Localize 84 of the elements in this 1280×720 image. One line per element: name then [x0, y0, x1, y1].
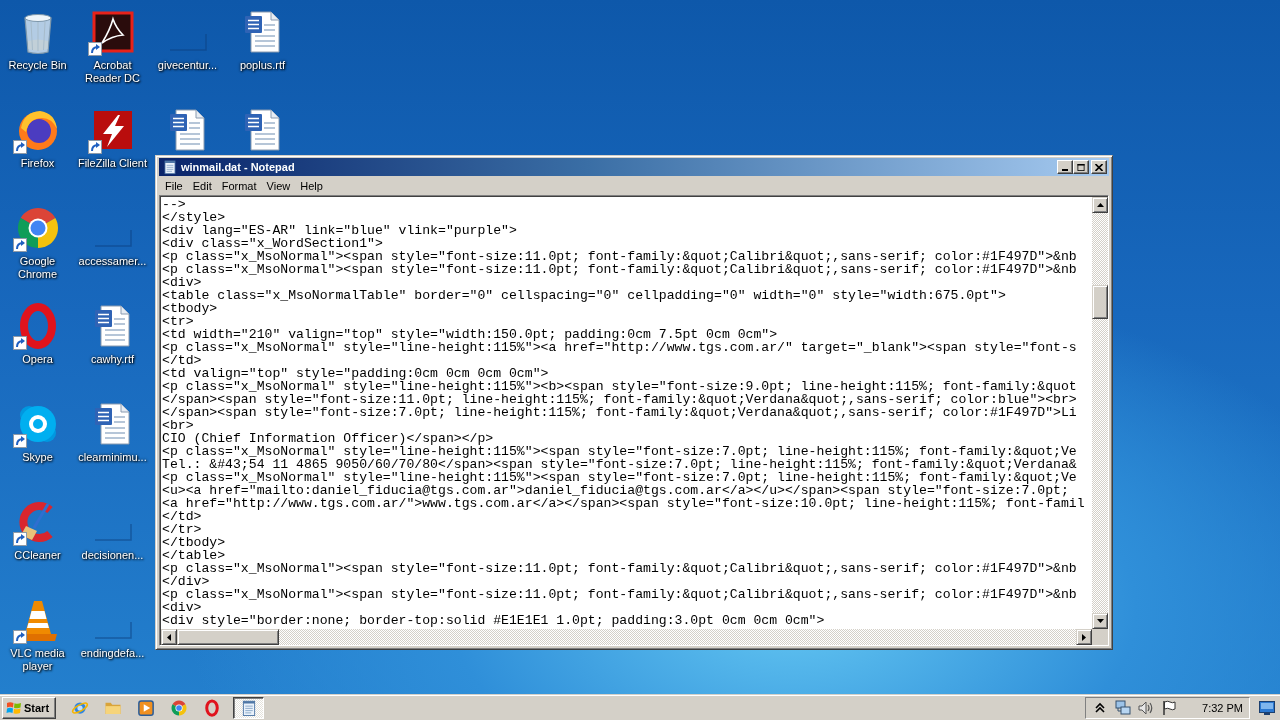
text-line: <div lang="ES-AR" link="blue" vlink="purple">: [161, 224, 517, 237]
notepad-icon: [162, 159, 178, 175]
text-line: <div style="border:none; border-top:solid #E1E1E1 1.0pt; padding:3.0pt 0cm 0cm 0cm">: [161, 614, 825, 627]
text-line: </table>: [161, 549, 226, 562]
text-line: <p class="x_MsoNormal" style="line-height:115%"><b><span style="font-size:9.0pt; line-height:115%; font-family:&quot: [161, 380, 1077, 393]
scroll-down-button[interactable]: [1092, 613, 1108, 629]
text-line: <p class="x_MsoNormal" style="line-height:115%"><span style="font-size:7.0pt; line-height:115%; font-family:&quot;Ve: [161, 471, 1077, 484]
icon-label[interactable]: Opera: [22, 353, 53, 366]
text-line: <tr>: [161, 315, 194, 328]
text-line: Tel.: &#43;54 11 4865 9050/60/70/80</span><span style="font-size:7.0pt; line-height:115%; font-family:&quot;Verdana&: [161, 458, 1077, 471]
menu-item[interactable]: Format: [216, 178, 262, 193]
text-line: <br>: [161, 419, 194, 432]
down-arrow-icon: [1096, 619, 1104, 623]
chrome-icon: [170, 698, 188, 717]
text-line: <tbody>: [161, 302, 218, 315]
window-title: winmail.dat - Notepad: [181, 161, 295, 173]
text-line: CIO (Chief Information Officer)</span></p>: [161, 432, 494, 445]
icon-label[interactable]: accessamer...: [78, 255, 147, 268]
up-arrow-icon: [1096, 203, 1104, 207]
text-line: -->: [161, 198, 186, 211]
text-line: <u><a href="mailto:daniel_fiducia@tgs.com.ar">daniel_fiducia@tgs.com.ar</a></u></span><span style="font-size:7.0pt;: [161, 484, 1069, 497]
maximize-button[interactable]: [1073, 160, 1089, 174]
windows-logo-icon: [6, 699, 22, 716]
text-line: </td>: [161, 354, 202, 367]
icon-label[interactable]: Firefox: [20, 157, 55, 170]
text-line: <p class="x_MsoNormal"><span style="font-size:11.0pt; font-family:&quot;Calibri&quot;,sans-serif; color:#1F497D">&nb: [161, 588, 1077, 601]
close-icon: [1095, 163, 1103, 171]
text-line: </tr>: [161, 523, 202, 536]
text-line: </td>: [161, 510, 202, 523]
icon-label[interactable]: cawhy.rtf: [90, 353, 135, 366]
text-line: <a href="http://www.tgs.com.ar/">www.tgs.com.ar</a></span><span style="font-size:10.0pt; line-height:115%; font-famil: [161, 497, 1085, 510]
icon-label[interactable]: VLC media player: [0, 647, 75, 673]
menu-item[interactable]: Help: [295, 178, 328, 193]
text-line: <p class="x_MsoNormal"><span style="font-size:11.0pt; font-family:&quot;Calibri&quot;,sans-serif; color:#1F497D">&nb: [161, 562, 1077, 575]
right-arrow-icon: [1082, 633, 1086, 641]
menu-item[interactable]: View: [261, 178, 296, 193]
icon-label[interactable]: clearminimu...: [78, 451, 147, 464]
scrollbar-thumb[interactable]: [177, 629, 279, 645]
scroll-left-button[interactable]: [161, 629, 177, 645]
icon-label[interactable]: Acrobat Reader DC: [75, 59, 150, 85]
start-button[interactable]: Start: [2, 696, 56, 719]
media-player-icon: [137, 698, 155, 717]
icon-label[interactable]: Skype: [22, 451, 53, 464]
network-icon[interactable]: [1115, 699, 1132, 716]
icon-label[interactable]: Google Chrome: [0, 255, 75, 281]
desktop-icon: [1259, 700, 1275, 715]
horizontal-scrollbar[interactable]: [161, 629, 1092, 645]
text-line: </div>: [161, 575, 210, 588]
text-line: <p class="x_MsoNormal" style="line-height:115%"><a href="http://www.tgs.com.ar/" target="_blank"><span style="font-s: [161, 341, 1077, 354]
minimize-button[interactable]: [1057, 160, 1073, 174]
icon-label[interactable]: endingdefa...: [80, 647, 145, 660]
icon-label[interactable]: givecentur...: [157, 59, 218, 72]
menu-item[interactable]: Edit: [187, 178, 217, 193]
taskbar-window-button[interactable]: [233, 696, 264, 719]
scrollbar-thumb[interactable]: [1092, 285, 1108, 319]
speaker-icon[interactable]: [1138, 699, 1155, 716]
text-line: </style>: [161, 211, 226, 224]
text-line: <p class="x_MsoNormal"><span style="font-size:11.0pt; font-family:&quot;Calibri&quot;,sans-serif; color:#1F497D">&nb: [161, 263, 1077, 276]
menu-item[interactable]: File: [160, 178, 188, 193]
icon-label[interactable]: Recycle Bin: [8, 59, 67, 72]
icon-label[interactable]: CCleaner: [14, 549, 61, 562]
scroll-right-button[interactable]: [1076, 629, 1092, 645]
vertical-scrollbar[interactable]: [1092, 197, 1108, 629]
text-line: <td valign="top" style="padding:0cm 0cm 0cm 0cm">: [161, 367, 549, 380]
left-arrow-icon: [167, 633, 171, 641]
text-line: <div>: [161, 276, 202, 289]
text-line: <div class="x_WordSection1">: [161, 237, 383, 250]
scroll-up-button[interactable]: [1092, 197, 1108, 213]
text-line: </span><span style="font-size:7.0pt; line-height:115%; font-family:&quot;Verdana&quot;,sans-serif; color:#1F497D">Li: [161, 406, 1077, 419]
clock[interactable]: 7:32 PM: [1202, 701, 1243, 714]
text-line: <p class="x_MsoNormal"><span style="font-size:11.0pt; font-family:&quot;Calibri&quot;,sans-serif; color:#1F497D">&nb: [161, 250, 1077, 263]
text-line: <table class="x_MsoNormalTable" border="0" cellspacing="0" cellpadding="0" width="0" style="width:675.0pt">: [161, 289, 1006, 302]
text-line: <div>: [161, 601, 202, 614]
text-line: <td width="210" valign="top" style="width:150.0pt; padding:0cm 7.5pt 0cm 0cm">: [161, 328, 778, 341]
maximize-icon: [1077, 163, 1085, 171]
text-line: <p class="x_MsoNormal" style="line-height:115%"><span style="font-size:7.0pt; line-height:115%; font-family:&quot;Ve: [161, 445, 1077, 458]
icon-label[interactable]: FileZilla Client: [77, 157, 148, 170]
text-line: </tbody>: [161, 536, 226, 549]
text-line: </span><span style="font-size:11.0pt; line-height:115%; font-family:&quot;Verdana&quot;,sans-serif; color:blue"><br>: [161, 393, 1077, 406]
close-button[interactable]: [1091, 160, 1107, 174]
flag-icon[interactable]: [1161, 699, 1178, 716]
opera-icon: [203, 698, 221, 717]
icon-label[interactable]: poplus.rtf: [239, 59, 286, 72]
icon-label[interactable]: decisionen...: [81, 549, 144, 562]
